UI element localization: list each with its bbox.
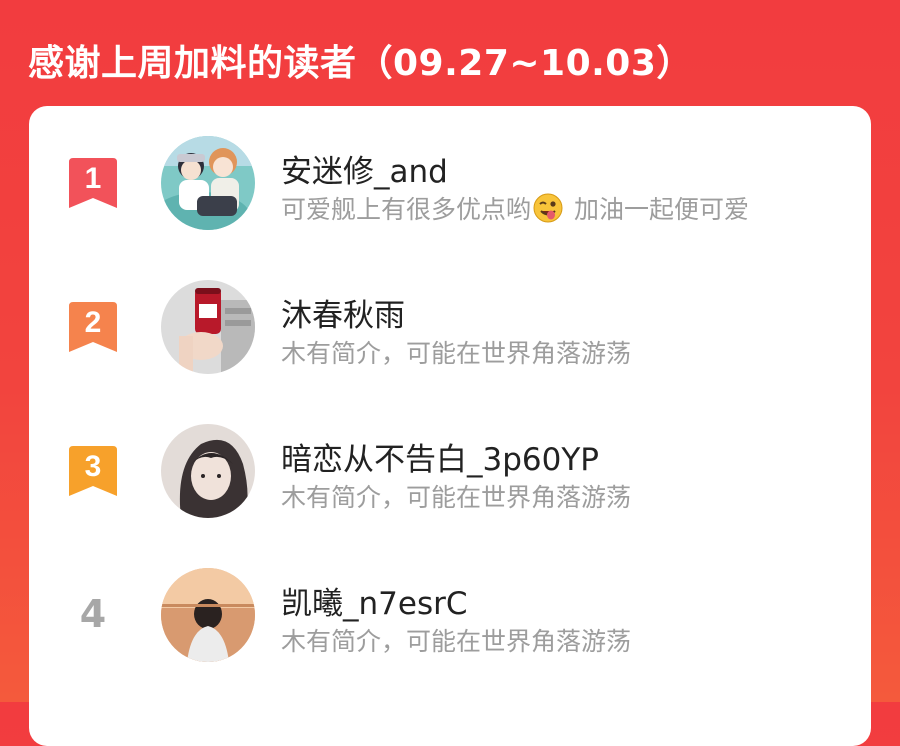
bio-text-part1: 可爱舰上有很多优点哟	[281, 195, 532, 224]
reader-bio: 木有简介，可能在世界角落游荡	[281, 627, 632, 656]
reader-list-card: 1 安迷修_and 可爱舰上有很多优点哟 加油一起便可爱 2 沐春秋雨 木有简介…	[29, 106, 871, 746]
reader-bio: 木有简介，可能在世界角落游荡	[281, 339, 632, 368]
winking-tongue-face-emoji	[533, 193, 563, 223]
avatar[interactable]	[161, 136, 255, 230]
rank-ribbon-icon: 2	[69, 302, 117, 352]
rank-ribbon-icon: 1	[69, 158, 117, 208]
reader-name[interactable]: 沐春秋雨	[281, 290, 405, 335]
avatar[interactable]	[161, 568, 255, 662]
reader-name[interactable]: 凯曦_n7esrC	[281, 578, 467, 623]
rank-number: 1	[85, 162, 102, 195]
page-title: 感谢上周加料的读者（09.27~10.03）	[28, 43, 693, 84]
rank-number: 3	[85, 450, 102, 483]
bio-text-part2: 加油一起便可爱	[566, 195, 749, 224]
rank-ribbon-icon: 3	[69, 446, 117, 496]
reader-name[interactable]: 安迷修_and	[281, 146, 448, 191]
avatar[interactable]	[161, 280, 255, 374]
reader-row-1[interactable]: 1 安迷修_and 可爱舰上有很多优点哟 加油一起便可爱	[29, 132, 871, 232]
reader-name[interactable]: 暗恋从不告白_3p60YP	[281, 434, 599, 479]
reader-bio: 可爱舰上有很多优点哟 加油一起便可爱	[281, 190, 749, 226]
rank-number: 2	[85, 306, 102, 339]
reader-row-2[interactable]: 2 沐春秋雨 木有简介，可能在世界角落游荡	[29, 276, 871, 376]
reader-row-3[interactable]: 3 暗恋从不告白_3p60YP 木有简介，可能在世界角落游荡	[29, 420, 871, 520]
avatar[interactable]	[161, 424, 255, 518]
reader-bio: 木有简介，可能在世界角落游荡	[281, 483, 632, 512]
reader-row-4[interactable]: 4 凯曦_n7esrC 木有简介，可能在世界角落游荡	[29, 564, 871, 664]
rank-number: 4	[79, 592, 107, 636]
